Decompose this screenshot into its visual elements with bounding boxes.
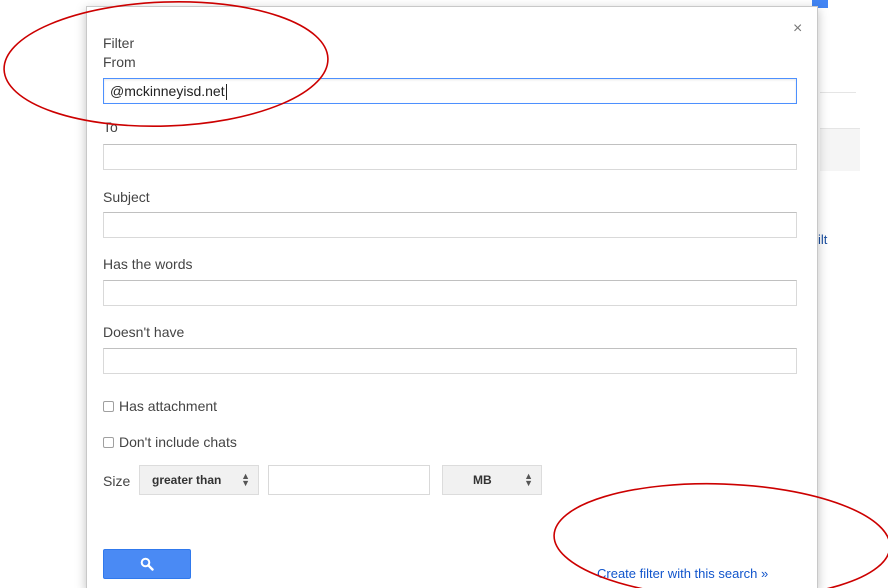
subject-label: Subject	[103, 189, 150, 205]
dont-include-chats-option[interactable]: Don't include chats	[103, 434, 237, 450]
from-label: From	[103, 54, 136, 70]
create-filter-link[interactable]: Create filter with this search »	[597, 566, 768, 581]
background-divider	[820, 92, 856, 93]
doesnt-have-label: Doesn't have	[103, 324, 185, 340]
select-arrows-icon: ▲ ▼	[524, 471, 533, 488]
has-attachment-option[interactable]: Has attachment	[103, 398, 217, 414]
filter-dialog: × Filter From @mckinneyisd.net To Subjec…	[86, 6, 818, 588]
size-label: Size	[103, 473, 131, 489]
has-attachment-label: Has attachment	[119, 398, 218, 414]
from-field[interactable]: @mckinneyisd.net	[103, 78, 797, 104]
has-words-label: Has the words	[103, 256, 193, 272]
background-partial-text: ilt	[818, 232, 828, 247]
to-label: To	[103, 119, 118, 135]
search-button[interactable]	[103, 549, 191, 579]
screen: ilt × Filter From @mckinneyisd.net To Su…	[0, 0, 888, 588]
subject-field[interactable]	[103, 212, 797, 238]
size-comparison-select[interactable]: greater than ▲ ▼	[139, 465, 259, 495]
dont-include-chats-checkbox[interactable]	[103, 436, 114, 448]
has-attachment-checkbox[interactable]	[103, 400, 114, 412]
dialog-title: Filter	[103, 35, 135, 51]
search-icon	[140, 557, 154, 571]
from-field-value: @mckinneyisd.net	[110, 83, 225, 99]
size-unit-value: MB	[473, 473, 492, 487]
size-comparison-value: greater than	[152, 473, 222, 487]
to-field[interactable]	[103, 144, 797, 170]
text-caret	[225, 84, 227, 101]
has-words-field[interactable]	[103, 280, 797, 306]
select-arrows-icon: ▲ ▼	[241, 471, 250, 488]
size-unit-select[interactable]: MB ▲ ▼	[442, 465, 542, 495]
close-icon[interactable]: ×	[793, 21, 802, 37]
doesnt-have-field[interactable]	[103, 348, 797, 374]
background-panel	[820, 128, 860, 171]
size-value-input[interactable]	[268, 465, 430, 495]
dont-include-chats-label: Don't include chats	[119, 434, 237, 450]
